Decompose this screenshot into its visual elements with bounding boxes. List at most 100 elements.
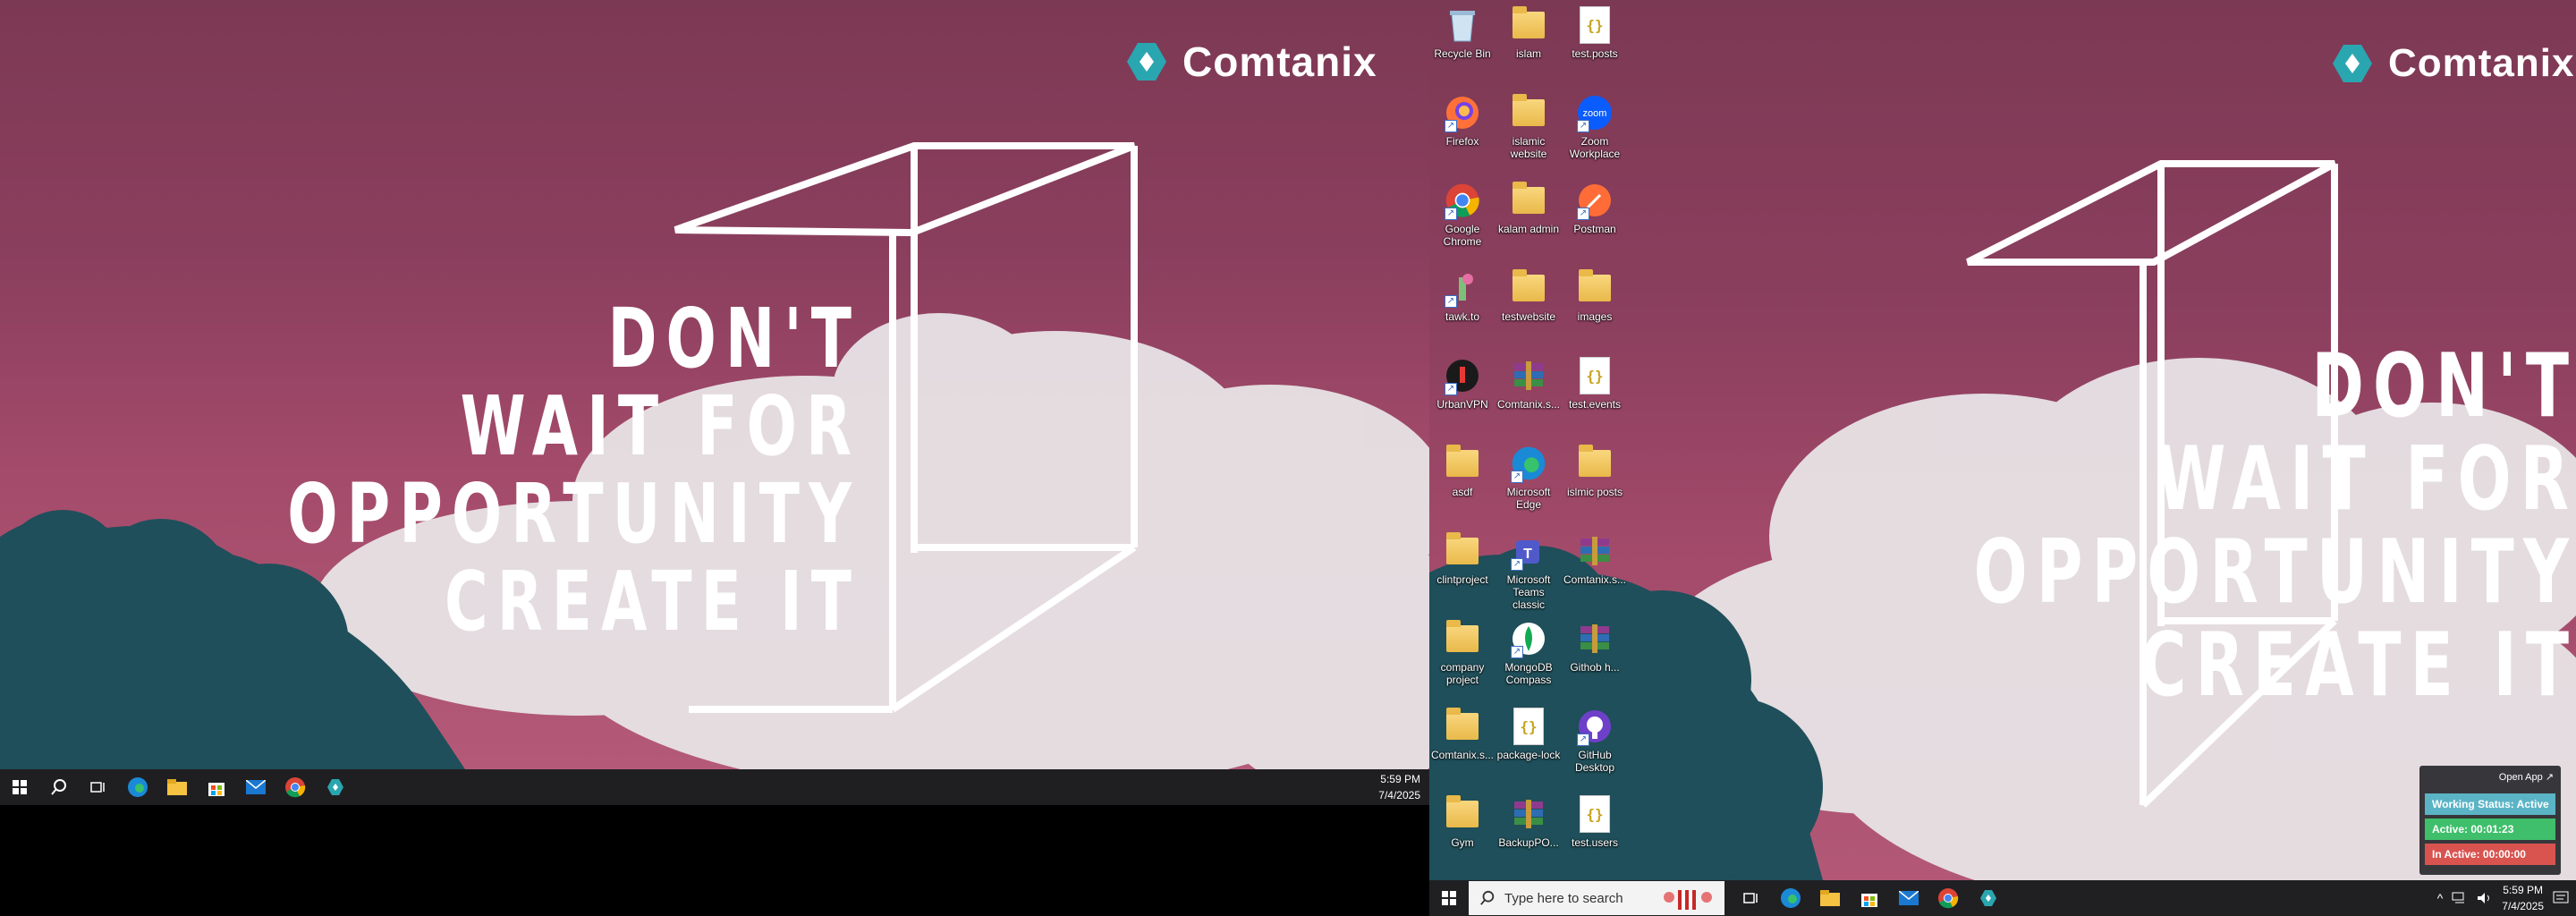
- shortcut-arrow-icon: ↗: [1445, 208, 1457, 220]
- desktop-item[interactable]: Gym: [1429, 794, 1496, 849]
- desktop-item-label: Recycle Bin: [1434, 47, 1491, 60]
- task-view-icon[interactable]: [1732, 880, 1771, 916]
- mail-icon[interactable]: [236, 769, 275, 805]
- desktop-item[interactable]: testwebsite: [1496, 268, 1562, 323]
- task-view-icon[interactable]: [79, 769, 118, 805]
- desktop-item-label: test.events: [1568, 398, 1622, 411]
- desktop-item[interactable]: Comtanix.s...: [1562, 531, 1628, 586]
- time-tracker-widget: Open App ↗ Working Status: Active Active…: [2419, 766, 2561, 875]
- edge-icon[interactable]: [1771, 880, 1810, 916]
- desktop-item[interactable]: zoom ↗ Zoom Workplace: [1562, 93, 1628, 160]
- desktop-item[interactable]: ↗ Postman: [1562, 181, 1628, 235]
- desktop-item[interactable]: ↗ Microsoft Edge: [1496, 444, 1562, 511]
- desktop-item-label: Microsoft Edge: [1506, 486, 1551, 511]
- windows-start-icon[interactable]: [1429, 880, 1469, 916]
- clock-date: 7/4/2025: [1378, 789, 1420, 802]
- mongodb-compass-desktop-icon: ↗: [1509, 619, 1548, 658]
- desktop-item[interactable]: kalam admin: [1496, 181, 1562, 235]
- desktop-item-label: company project: [1440, 661, 1485, 686]
- desktop-item[interactable]: images: [1562, 268, 1628, 323]
- comtanix-s-desktop-icon: [1575, 531, 1614, 571]
- desktop-item[interactable]: ↗ Google Chrome: [1429, 181, 1496, 248]
- desktop-item[interactable]: ↗ GitHub Desktop: [1562, 707, 1628, 774]
- svg-text:T: T: [1523, 547, 1532, 562]
- comtanix-app-icon[interactable]: [315, 769, 354, 805]
- desktop-item-label: Zoom Workplace: [1569, 135, 1621, 160]
- taskbar-search-box[interactable]: Type here to search: [1469, 881, 1724, 915]
- desktop-item[interactable]: islamic website: [1496, 93, 1562, 160]
- open-app-link[interactable]: Open App ↗: [2419, 766, 2561, 790]
- brand-logo: Comtanix: [1118, 38, 1377, 86]
- edge-icon[interactable]: [118, 769, 157, 805]
- clock-date: 7/4/2025: [2502, 900, 2544, 912]
- mail-icon[interactable]: [1889, 880, 1928, 916]
- desktop-item-label: images: [1577, 310, 1613, 323]
- working-status: Working Status: Active: [2425, 793, 2555, 815]
- desktop-item-label: test.posts: [1572, 47, 1618, 60]
- slogan-line: DON'T: [2311, 335, 2576, 437]
- slogan-line: WAIT FOR: [460, 378, 860, 474]
- desktop-item[interactable]: {} test.users: [1562, 794, 1628, 849]
- gym-desktop-icon: [1443, 794, 1482, 834]
- slogan-line: CREATE IT: [444, 554, 860, 649]
- brand-logo: Comtanix: [2324, 41, 2574, 86]
- file-explorer-icon[interactable]: [157, 769, 197, 805]
- comtanix-app-icon[interactable]: [1968, 880, 2007, 916]
- notification-icon[interactable]: [2553, 891, 2569, 905]
- store-icon[interactable]: [1850, 880, 1889, 916]
- testwebsite-desktop-icon: [1509, 268, 1548, 308]
- desktop-item[interactable]: Githob h...: [1562, 619, 1628, 674]
- chrome-icon[interactable]: [1928, 880, 1968, 916]
- desktop-item[interactable]: Comtanix.s...: [1496, 356, 1562, 411]
- volume-icon[interactable]: [2477, 892, 2493, 904]
- slogan-line: OPPORTUNITY: [1973, 522, 2576, 623]
- desktop-item-label: Comtanix.s...: [1496, 398, 1561, 411]
- desktop-item[interactable]: ↗ UrbanVPN: [1429, 356, 1496, 411]
- islamic-website-desktop-icon: [1509, 93, 1548, 132]
- desktop-item-label: kalam admin: [1497, 223, 1560, 235]
- desktop-item-label: Comtanix.s...: [1563, 573, 1627, 586]
- taskbar-clock[interactable]: 5:59 PM 7/4/2025: [1378, 771, 1420, 803]
- desktop-item-label: tawk.to: [1445, 310, 1479, 323]
- desktop-item[interactable]: BackupPO...: [1496, 794, 1562, 849]
- desktop-item-label: package-lock: [1496, 749, 1561, 761]
- desktop-item[interactable]: ↗ Firefox: [1429, 93, 1496, 148]
- chevron-up-icon[interactable]: ^: [2437, 891, 2444, 905]
- urbanvpn-desktop-icon: ↗: [1443, 356, 1482, 395]
- company-project-desktop-icon: [1443, 619, 1482, 658]
- desktop-item-label: asdf: [1452, 486, 1473, 498]
- desktop-item[interactable]: islam: [1496, 5, 1562, 60]
- desktop-item[interactable]: Comtanix.s...: [1429, 707, 1496, 761]
- desktop-item-label: Google Chrome: [1443, 223, 1482, 248]
- desktop-item[interactable]: {} test.events: [1562, 356, 1628, 411]
- desktop-item-label: GitHub Desktop: [1574, 749, 1615, 774]
- desktop-item[interactable]: asdf: [1429, 444, 1496, 498]
- desktop-item[interactable]: T ↗ Microsoft Teams classic: [1496, 531, 1562, 611]
- search-icon[interactable]: [39, 769, 79, 805]
- chrome-icon[interactable]: [275, 769, 315, 805]
- desktop-item-label: Microsoft Teams classic: [1506, 573, 1551, 611]
- postman-desktop-icon: ↗: [1575, 181, 1614, 220]
- desktop-item-label: Comtanix.s...: [1430, 749, 1495, 761]
- desktop-item[interactable]: ↗ MongoDB Compass: [1496, 619, 1562, 686]
- desktop-item[interactable]: {} package-lock: [1496, 707, 1562, 761]
- test-posts-desktop-icon: {}: [1575, 5, 1614, 45]
- desktop-item[interactable]: {} test.posts: [1562, 5, 1628, 60]
- store-icon[interactable]: [197, 769, 236, 805]
- taskbar-clock[interactable]: 5:59 PM 7/4/2025: [2502, 882, 2544, 914]
- desktop-item[interactable]: clintproject: [1429, 531, 1496, 586]
- islam-desktop-icon: [1509, 5, 1548, 45]
- network-icon[interactable]: [2452, 892, 2468, 904]
- shortcut-arrow-icon: ↗: [1577, 120, 1589, 132]
- desktop-item[interactable]: Recycle Bin: [1429, 5, 1496, 60]
- microsoft-edge-desktop-icon: ↗: [1509, 444, 1548, 483]
- file-explorer-icon[interactable]: [1810, 880, 1850, 916]
- slogan-line: WAIT FOR: [2156, 428, 2576, 530]
- shortcut-arrow-icon: ↗: [1511, 558, 1523, 571]
- right-monitor: Comtanix DON'T WAIT FOR OPPORTUNITY CREA…: [1429, 0, 2576, 916]
- desktop-item[interactable]: company project: [1429, 619, 1496, 686]
- desktop-item[interactable]: islmic posts: [1562, 444, 1628, 498]
- desktop-item[interactable]: ↗ tawk.to: [1429, 268, 1496, 323]
- desktop-item-label: Gym: [1451, 836, 1474, 849]
- windows-start-icon[interactable]: [0, 769, 39, 805]
